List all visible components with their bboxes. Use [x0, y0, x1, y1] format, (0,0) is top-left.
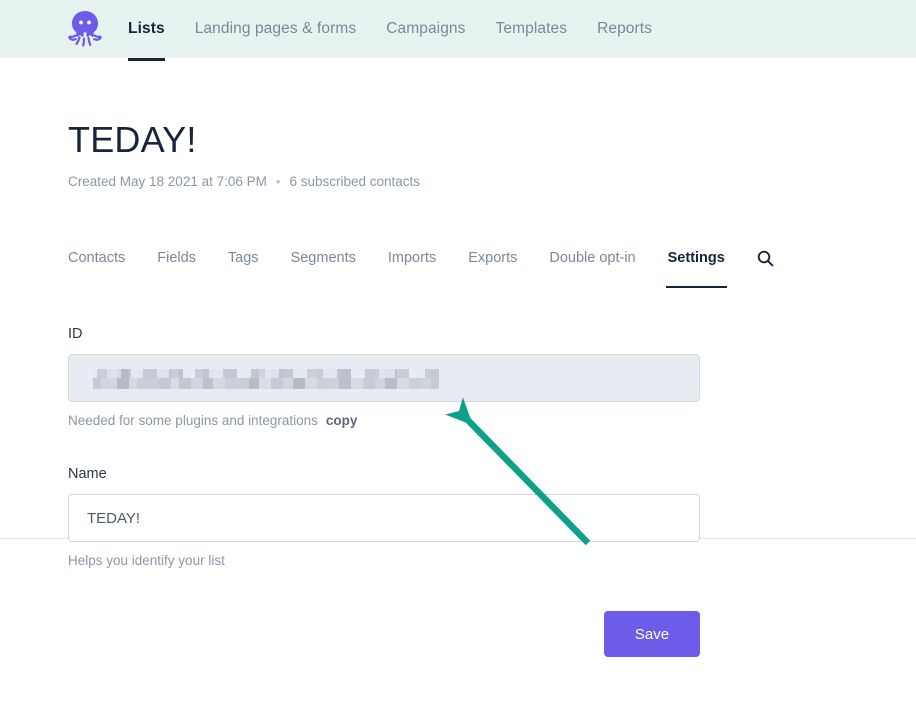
settings-form: ID Needed for some plugins and integrati…	[68, 326, 700, 568]
nav-item-label: Lists	[128, 20, 165, 37]
tab-contacts[interactable]: Contacts	[68, 250, 125, 288]
octopus-logo-icon[interactable]	[64, 8, 106, 50]
id-field-group: ID Needed for some plugins and integrati…	[68, 326, 700, 428]
tab-label: Contacts	[68, 250, 126, 266]
id-helper-text: Needed for some plugins and integrations	[68, 413, 318, 428]
tab-settings[interactable]: Settings	[665, 250, 728, 288]
tab-label: Tags	[227, 250, 259, 266]
name-field-helper: Helps you identify your list	[68, 553, 225, 568]
top-navigation-items: Lists Landing pages & forms Campaigns Te…	[128, 0, 682, 61]
name-field-group: Name Helps you identify your list	[68, 466, 700, 568]
nav-item-label: Landing pages & forms	[194, 20, 357, 37]
nav-item-reports[interactable]: Reports	[597, 0, 652, 58]
field-spacer	[68, 428, 700, 466]
nav-item-templates[interactable]: Templates	[496, 0, 568, 58]
top-navigation-bar: Lists Landing pages & forms Campaigns Te…	[0, 0, 916, 61]
nav-item-label: Campaigns	[386, 20, 466, 37]
nav-item-campaigns[interactable]: Campaigns	[386, 0, 465, 58]
nav-item-landing-pages-forms[interactable]: Landing pages & forms	[195, 0, 357, 58]
tab-label: Fields	[157, 250, 196, 266]
nav-item-label: Reports	[597, 20, 653, 37]
created-timestamp: Created May 18 2021 at 7:06 PM	[68, 174, 267, 189]
copy-id-link[interactable]: copy	[326, 413, 358, 428]
search-icon[interactable]	[757, 250, 774, 287]
save-button[interactable]: Save	[604, 611, 700, 657]
nav-item-lists[interactable]: Lists	[128, 0, 165, 61]
tab-imports[interactable]: Imports	[388, 250, 436, 288]
tab-label: Settings	[667, 250, 725, 266]
page-meta: Created May 18 2021 at 7:06 PM • 6 subsc…	[68, 174, 848, 189]
tab-label: Exports	[468, 250, 518, 266]
top-navigation-inner: Lists Landing pages & forms Campaigns Te…	[0, 0, 682, 61]
tab-exports[interactable]: Exports	[468, 250, 517, 288]
meta-separator: •	[275, 174, 281, 189]
id-input[interactable]	[68, 354, 700, 402]
page-title: TEDAY!	[68, 119, 197, 160]
tab-segments[interactable]: Segments	[291, 250, 356, 288]
page-header: TEDAY! Created May 18 2021 at 7:06 PM • …	[68, 118, 848, 189]
tab-label: Segments	[290, 250, 356, 266]
tab-fields[interactable]: Fields	[157, 250, 196, 288]
name-field-label: Name	[68, 466, 107, 482]
id-field-label: ID	[68, 326, 83, 342]
tab-label: Imports	[387, 250, 437, 266]
name-input[interactable]	[68, 494, 700, 542]
tab-list: Contacts Fields Tags Segments Imports Ex…	[68, 250, 916, 288]
tab-bar: Contacts Fields Tags Segments Imports Ex…	[0, 250, 916, 539]
tab-tags[interactable]: Tags	[228, 250, 259, 288]
subscribed-contacts-count: 6 subscribed contacts	[289, 174, 421, 189]
nav-item-label: Templates	[495, 20, 568, 37]
redacted-id-value	[87, 369, 439, 389]
tab-double-opt-in[interactable]: Double opt-in	[549, 250, 635, 288]
id-field-helper: Needed for some plugins and integrations…	[68, 413, 700, 428]
tab-label: Double opt-in	[549, 250, 636, 266]
form-actions: Save	[68, 611, 700, 657]
